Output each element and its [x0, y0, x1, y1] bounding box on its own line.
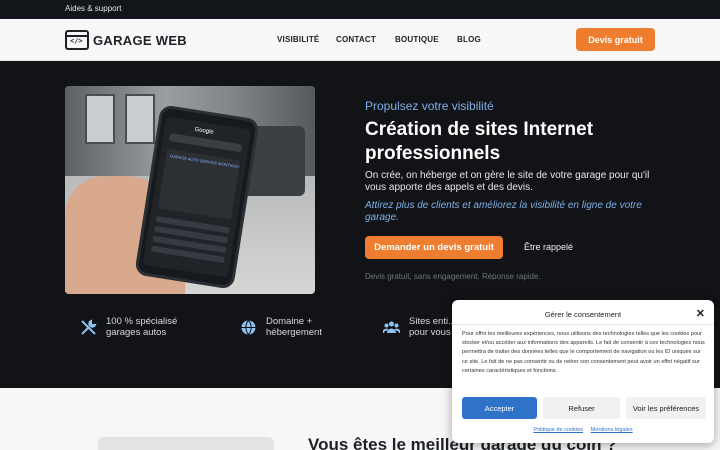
cookie-consent-dialog: Gérer le consentement ✕ Pour offrir les … — [452, 300, 714, 443]
hero-note: Devis gratuit, sans engagement. Réponse … — [365, 272, 541, 281]
navbar: </> GARAGE WEB VISIBILITÉ CONTACT BOUTIQ… — [0, 19, 720, 61]
hero-eyebrow: Propulsez votre visibilité — [365, 99, 494, 113]
nav-menu-visibilite[interactable]: VISIBILITÉ — [277, 35, 319, 44]
support-link[interactable]: Aides & support — [65, 4, 121, 13]
feature-text: 100 % spécialisé garages autos — [106, 316, 178, 338]
nav-menu-blog[interactable]: BLOG — [457, 35, 481, 44]
nav-link-blog[interactable]: BLOG — [457, 35, 481, 44]
feature-item: 100 % spécialisé garages autos — [80, 316, 196, 338]
cookie-policy-link[interactable]: Politique de cookies — [533, 427, 583, 433]
legal-notice-link[interactable]: Mentions légales — [591, 427, 633, 433]
preferences-button[interactable]: Voir les préférences — [626, 397, 706, 419]
nav-link-contact[interactable]: CONTACT — [336, 35, 376, 44]
quote-request-button[interactable]: Demander un devis gratuit — [365, 236, 503, 259]
nav-link-boutique[interactable]: BOUTIQUE — [395, 35, 439, 44]
nav-link-visibilite[interactable]: VISIBILITÉ — [277, 35, 319, 44]
site-logo[interactable]: </> GARAGE WEB — [65, 29, 187, 51]
consent-body: Pour offrir les meilleures expériences, … — [462, 331, 705, 374]
divider — [452, 324, 714, 325]
header-quote-button[interactable]: Devis gratuit — [576, 28, 655, 51]
hero-tagline: Attirez plus de clients et améliorez la … — [365, 200, 642, 223]
nav-menu-boutique[interactable]: BOUTIQUE — [395, 35, 439, 44]
globe-icon — [240, 319, 257, 336]
refuse-button[interactable]: Refuser — [543, 397, 620, 419]
nav-menu-contact[interactable]: CONTACT — [336, 35, 376, 44]
logo-text: GARAGE WEB — [93, 32, 187, 48]
close-icon[interactable]: ✕ — [696, 307, 705, 320]
phone-brand: Google — [194, 126, 215, 136]
accept-button[interactable]: Accepter — [462, 397, 537, 419]
code-icon: </> — [65, 30, 89, 50]
consent-links: Politique de cookies Mentions légales — [452, 427, 714, 433]
wrench-icon — [80, 318, 97, 336]
hero-lead: On crée, on héberge et on gère le site d… — [365, 170, 650, 193]
hero-title: Création de sites Internet professionnel… — [365, 119, 594, 164]
callback-link[interactable]: Être rappelé — [524, 242, 573, 252]
feature-text: Domaine + hébergement — [266, 316, 322, 338]
hero-photo: Google GARAGE AUTO SERVICE MONTIGNY — [65, 86, 315, 294]
consent-title: Gérer le consentement — [544, 310, 622, 319]
users-icon — [383, 319, 400, 336]
garage-window — [125, 94, 155, 144]
top-bar: Aides & support — [0, 0, 720, 19]
garage-window — [85, 94, 115, 144]
phone-search-bar — [168, 132, 243, 153]
section-image — [98, 437, 274, 450]
phone-screen: Google GARAGE AUTO SERVICE MONTIGNY — [142, 116, 252, 278]
feature-item: Domaine + hébergement — [240, 316, 336, 338]
